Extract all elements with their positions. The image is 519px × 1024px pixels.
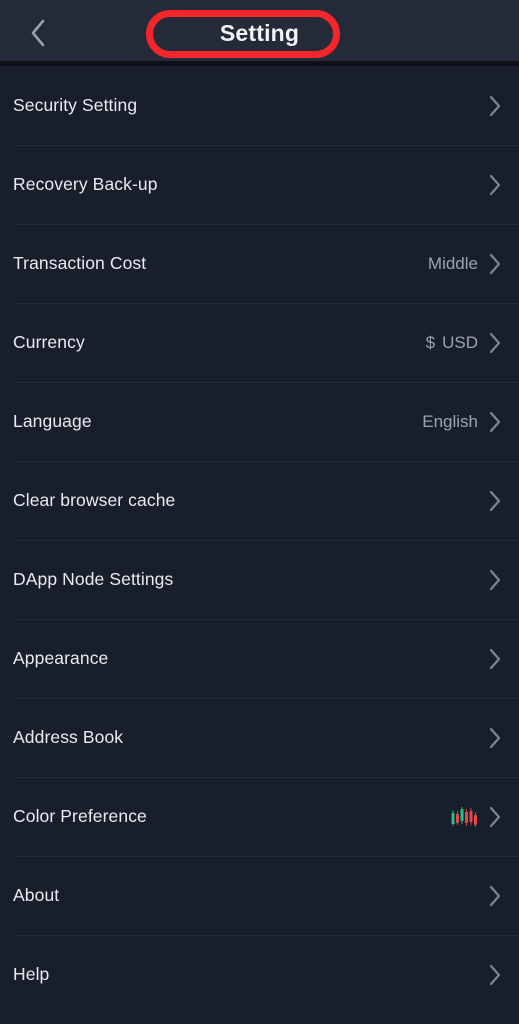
currency-code: USD — [442, 332, 478, 352]
settings-row-accessory — [484, 883, 506, 909]
settings-row-accessory — [484, 93, 506, 119]
settings-row-accessory: Middle — [428, 251, 506, 277]
settings-row-value: English — [422, 411, 478, 431]
settings-row-accessory — [484, 488, 506, 514]
candlestick-chart-icon — [451, 806, 477, 827]
settings-list: Security Setting Recovery Back-up Transact… — [0, 66, 519, 1014]
settings-row-appearance[interactable]: Appearance — [0, 619, 519, 698]
settings-row-value: Middle — [427, 253, 478, 273]
chevron-right-icon — [484, 567, 506, 593]
chevron-right-icon — [484, 330, 506, 356]
settings-row-language[interactable]: Language English — [0, 382, 519, 461]
settings-row-label: Color Preference — [13, 806, 147, 826]
settings-row-accessory — [484, 725, 506, 751]
chevron-right-icon — [484, 725, 506, 751]
settings-row-label: Security Setting — [13, 95, 138, 115]
settings-row-address-book[interactable]: Address Book — [0, 698, 519, 777]
back-button[interactable] — [18, 13, 58, 53]
settings-row-label: Clear browser cache — [13, 490, 176, 510]
chevron-right-icon — [484, 488, 506, 514]
settings-row-accessory — [484, 172, 506, 198]
settings-row-about[interactable]: About — [0, 856, 519, 935]
settings-row-label: Help — [13, 964, 50, 984]
settings-row-value: $ USD — [426, 333, 478, 353]
app-header: Setting — [0, 0, 519, 66]
settings-row-accessory — [484, 567, 506, 593]
settings-row-recovery-back-up[interactable]: Recovery Back-up — [0, 145, 519, 224]
settings-row-transaction-cost[interactable]: Transaction Cost Middle — [0, 224, 519, 303]
settings-row-label: Recovery Back-up — [13, 174, 158, 194]
settings-row-currency[interactable]: Currency $ USD — [0, 303, 519, 382]
settings-row-label: Appearance — [13, 648, 109, 668]
settings-row-accessory: $ USD — [426, 330, 506, 356]
settings-row-label: Currency — [13, 332, 85, 352]
settings-row-label: About — [13, 885, 60, 905]
chevron-right-icon — [484, 804, 506, 830]
chevron-right-icon — [484, 172, 506, 198]
chevron-right-icon — [484, 883, 506, 909]
settings-row-security-setting[interactable]: Security Setting — [0, 66, 519, 145]
chevron-right-icon — [484, 93, 506, 119]
settings-screen: Setting Security Setting Recovery Back-up… — [0, 0, 519, 1024]
settings-row-label: Language — [13, 411, 92, 431]
settings-row-dapp-node-settings[interactable]: DApp Node Settings — [0, 540, 519, 619]
chevron-right-icon — [484, 646, 506, 672]
settings-row-accessory: English — [422, 409, 506, 435]
settings-row-help[interactable]: Help — [0, 935, 519, 1014]
chevron-right-icon — [484, 409, 506, 435]
settings-row-accessory — [484, 646, 506, 672]
settings-row-label: Address Book — [13, 727, 124, 747]
chevron-left-icon — [28, 17, 48, 49]
currency-symbol: $ — [425, 332, 436, 352]
page-title: Setting — [219, 19, 300, 46]
chevron-right-icon — [484, 962, 506, 988]
settings-row-color-preference[interactable]: Color Preference — [0, 777, 519, 856]
settings-row-clear-browser-cache[interactable]: Clear browser cache — [0, 461, 519, 540]
settings-row-label: DApp Node Settings — [13, 569, 174, 589]
settings-row-accessory — [484, 962, 506, 988]
settings-row-label: Transaction Cost — [13, 253, 147, 273]
chevron-right-icon — [484, 251, 506, 277]
settings-row-accessory — [450, 804, 506, 830]
